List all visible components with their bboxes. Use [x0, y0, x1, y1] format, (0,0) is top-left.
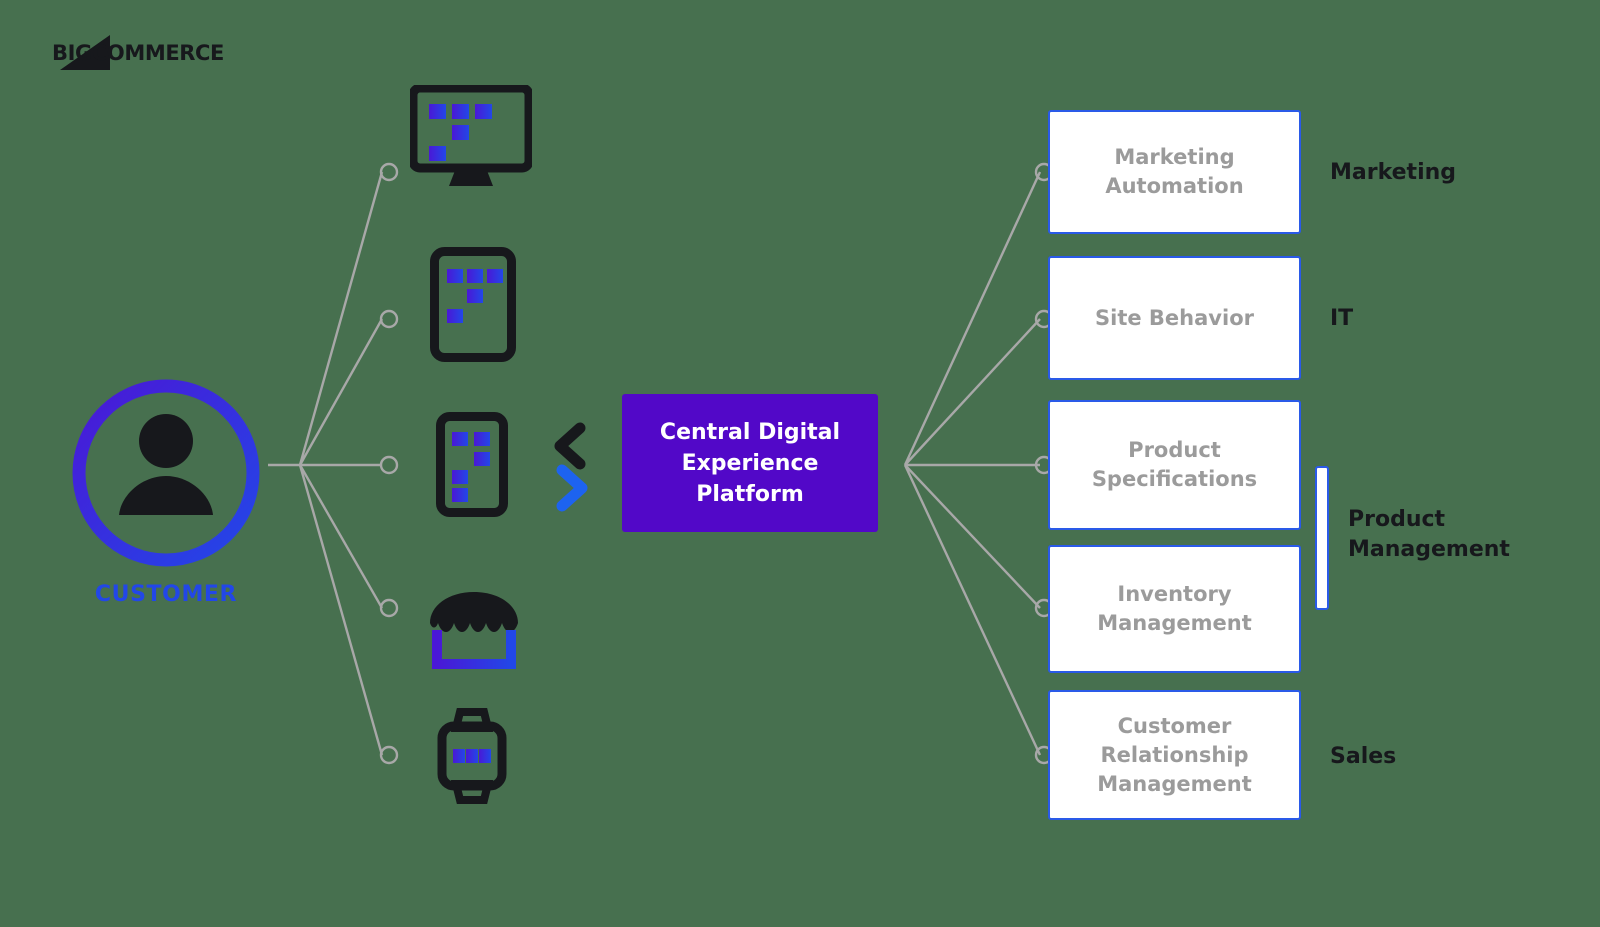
card-label: Marketing Automation: [1105, 145, 1244, 198]
card-site-behavior[interactable]: Site Behavior: [1048, 256, 1301, 380]
device-store[interactable]: [424, 588, 524, 674]
customer-node[interactable]: CUSTOMER: [68, 375, 268, 620]
wire-customer-tablet: [298, 318, 384, 466]
wire-customer-desktop: [298, 171, 384, 466]
dept-label-sales: Sales: [1330, 744, 1397, 769]
wire-platform-marketing: [903, 171, 1042, 466]
desktop-monitor-icon: [408, 83, 534, 186]
chevron-right-icon: [556, 464, 588, 512]
circle-ring-gradient: [72, 379, 260, 567]
central-digital-experience-platform-box[interactable]: Central Digital Experience Platform: [622, 394, 878, 532]
customer-label: CUSTOMER: [94, 582, 238, 607]
node-watch: [379, 745, 399, 765]
device-desktop[interactable]: [408, 83, 534, 194]
dept-label-marketing: Marketing: [1330, 160, 1457, 185]
tablet-icon: [430, 247, 516, 362]
chevron-pair-svg: [554, 422, 588, 512]
storefront-icon: [430, 592, 518, 669]
wire-customer-store: [298, 464, 384, 609]
mobile-phone-icon: [436, 412, 508, 517]
wire-customer-watch: [298, 464, 384, 756]
dept-label-it: IT: [1330, 306, 1354, 331]
card-customer-relationship-management[interactable]: Customer Relationship Management: [1048, 690, 1301, 820]
dept-label-product-management: Product Management: [1348, 507, 1510, 562]
wire-platform-crm: [903, 464, 1042, 756]
node-desktop: [379, 162, 399, 182]
card-label: Customer Relationship Management: [1097, 713, 1252, 796]
node-store: [379, 598, 399, 618]
diagram-canvas: BIGCOMMERCE CUSTOMER Central Digital Exp…: [0, 0, 1600, 927]
card-inventory-management[interactable]: Inventory Management: [1048, 545, 1301, 673]
chevron-left-icon: [554, 422, 586, 470]
chevron-pair: [546, 420, 598, 512]
device-smartwatch[interactable]: [436, 706, 508, 810]
node-phone: [379, 455, 399, 475]
device-phone[interactable]: [436, 412, 508, 521]
bigcommerce-logo: BIGCOMMERCE: [52, 30, 252, 76]
card-label: Site Behavior: [1095, 305, 1254, 330]
node-tablet: [379, 309, 399, 329]
avatar: [72, 379, 260, 567]
wire-platform-site-behavior: [904, 318, 1041, 466]
card-marketing-automation[interactable]: Marketing Automation: [1048, 110, 1301, 234]
bigcommerce-logo-text: BIGCOMMERCE: [52, 41, 224, 65]
smartwatch-icon: [437, 708, 507, 804]
product-management-bracket: [1315, 466, 1329, 610]
device-tablet[interactable]: [430, 247, 516, 366]
card-product-specifications[interactable]: Product Specifications: [1048, 400, 1301, 530]
card-label: Inventory Management: [1097, 582, 1252, 635]
card-label: Product Specifications: [1091, 438, 1258, 491]
platform-title: Central Digital Experience Platform: [659, 419, 841, 507]
wire-platform-inventory: [904, 464, 1041, 609]
person-avatar-icon: [119, 414, 213, 515]
